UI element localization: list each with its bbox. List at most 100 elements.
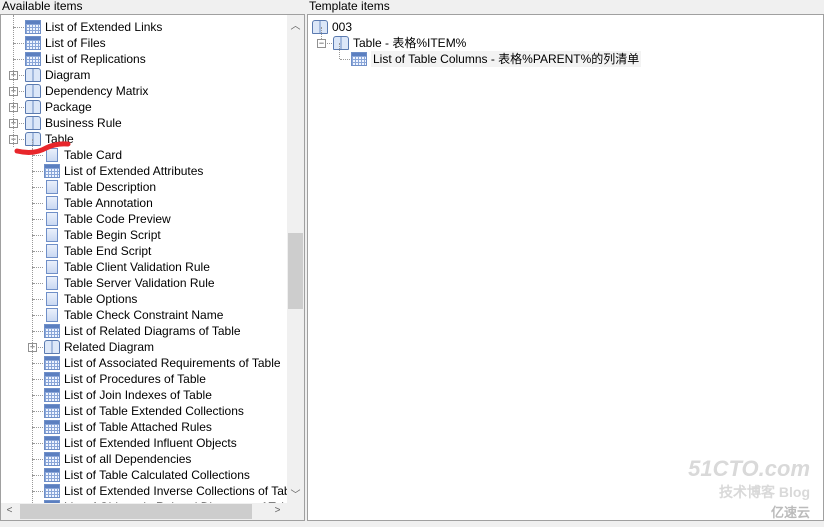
scroll-up-icon[interactable]: ︿: [287, 17, 304, 32]
tree-item-label: List of Extended Links: [45, 20, 163, 34]
list-table-icon: [44, 356, 60, 370]
list-table-icon: [351, 52, 367, 66]
tree-connector: [33, 267, 43, 268]
document-icon: [46, 244, 58, 258]
tree-item-label: Table Annotation: [64, 196, 153, 210]
tree-item[interactable]: Table Annotation: [44, 195, 153, 211]
tree-item-label: List of Procedures of Table: [64, 372, 206, 386]
tree-item[interactable]: List of Associated Requirements of Table: [44, 355, 281, 371]
tree-item[interactable]: List of Replications: [25, 51, 146, 67]
horizontal-scrollbar[interactable]: < >: [1, 503, 304, 520]
tree-item[interactable]: List of Table Calculated Collections: [44, 467, 250, 483]
scroll-left-icon[interactable]: <: [1, 505, 18, 516]
tree-item-label: Table Check Constraint Name: [64, 308, 224, 322]
tree-item[interactable]: List of all Dependencies: [44, 451, 191, 467]
tree-item-label: Table Options: [64, 292, 138, 306]
tree-item[interactable]: Dependency Matrix: [25, 83, 148, 99]
tree-item-label: Table Client Validation Rule: [64, 260, 210, 274]
book-icon: [333, 36, 349, 50]
tree-item[interactable]: List of Table Extended Collections: [44, 403, 244, 419]
tree-item[interactable]: List of Procedures of Table: [44, 371, 206, 387]
tree-item[interactable]: Package: [25, 99, 92, 115]
tree-item[interactable]: Table Begin Script: [44, 227, 161, 243]
book-icon: [25, 116, 41, 130]
tree-item[interactable]: Table Server Validation Rule: [44, 275, 215, 291]
tree-item-label: Diagram: [45, 68, 91, 82]
red-annotation-mark: [14, 141, 71, 155]
tree-item-label: Related Diagram: [64, 340, 155, 354]
list-table-icon: [25, 52, 41, 66]
list-table-icon: [25, 20, 41, 34]
available-items-header: Available items: [2, 0, 83, 13]
vertical-scrollbar[interactable]: ︿ ﹀: [287, 15, 304, 503]
tree-connector: [33, 283, 43, 284]
list-table-icon: [44, 484, 60, 498]
tree-item[interactable]: Diagram: [25, 67, 90, 83]
tree-item-label: 003: [332, 20, 353, 34]
tree-item[interactable]: Table Code Preview: [44, 211, 171, 227]
tree-item-label: List of Table Calculated Collections: [64, 468, 250, 482]
tree-item[interactable]: Table Options: [44, 291, 137, 307]
tree-connector: [33, 235, 43, 236]
book-icon: [25, 68, 41, 82]
tree-item-label: List of Extended Influent Objects: [64, 436, 237, 450]
tree-item-label: Dependency Matrix: [45, 84, 149, 98]
list-table-icon: [44, 452, 60, 466]
tree-item-label: Package: [45, 100, 92, 114]
scroll-right-icon[interactable]: >: [269, 505, 286, 516]
tree-item[interactable]: 003: [312, 19, 352, 35]
tree-item-label: List of Extended Attributes: [64, 164, 204, 178]
tree-item[interactable]: List of Table Columns - 表格%PARENT%的列清单: [351, 51, 642, 67]
document-icon: [46, 276, 58, 290]
list-table-icon: [25, 36, 41, 50]
tree-item-label: List of Join Indexes of Table: [64, 388, 212, 402]
tree-item[interactable]: List of Files: [25, 35, 106, 51]
scrollbar-thumb[interactable]: [288, 233, 303, 309]
tree-connector: [33, 443, 43, 444]
tree-item[interactable]: Table - 表格%ITEM%: [333, 35, 466, 51]
watermark-line2: 技术博客 Blog: [719, 484, 810, 500]
tree-item-label: Table End Script: [64, 244, 152, 258]
tree-item[interactable]: List of Extended Influent Objects: [44, 435, 237, 451]
scroll-down-icon[interactable]: ﹀: [287, 486, 304, 501]
available-items-tree[interactable]: List of Extended Links List of Files List …: [0, 14, 305, 521]
template-items-tree[interactable]: 003− Table - 表格%ITEM% List of Table Column…: [307, 14, 824, 521]
tree-item-label: Table Code Preview: [64, 212, 171, 226]
tree-item[interactable]: Table Check Constraint Name: [44, 307, 223, 323]
list-table-icon: [44, 468, 60, 482]
tree-item-label: List of Table Columns - 表格%PARENT%的列清单: [371, 51, 642, 67]
tree-item[interactable]: Business Rule: [25, 115, 122, 131]
tree-item[interactable]: Related Diagram: [44, 339, 154, 355]
list-table-icon: [44, 404, 60, 418]
tree-connector: [33, 219, 43, 220]
tree-connector: [33, 363, 43, 364]
tree-connector: [14, 43, 24, 44]
tree-connector: [14, 59, 24, 60]
tree-item[interactable]: List of Table Attached Rules: [44, 419, 212, 435]
tree-item[interactable]: List of Extended Attributes: [44, 163, 203, 179]
tree-connector: [339, 43, 340, 59]
tree-item[interactable]: List of Extended Links: [25, 19, 162, 35]
book-icon: [25, 84, 41, 98]
tree-connector: [33, 331, 43, 332]
collapse-icon[interactable]: −: [317, 39, 326, 48]
list-table-icon: [44, 324, 60, 338]
tree-item-label: Table Description: [64, 180, 157, 194]
tree-item-label: Table Begin Script: [64, 228, 161, 242]
tree-item[interactable]: Table Description: [44, 179, 156, 195]
hscrollbar-thumb[interactable]: [20, 504, 252, 519]
tree-connector: [33, 427, 43, 428]
tree-item[interactable]: List of Related Diagrams of Table: [44, 323, 241, 339]
tree-connector: [33, 187, 43, 188]
tree-item-label: List of Related Diagrams of Table: [64, 324, 241, 338]
list-table-icon: [44, 436, 60, 450]
tree-item[interactable]: List of Join Indexes of Table: [44, 387, 212, 403]
tree-item[interactable]: List of Extended Inverse Collections of …: [44, 483, 300, 499]
watermark-line3: 亿速云: [770, 505, 810, 520]
tree-item[interactable]: Table End Script: [44, 243, 151, 259]
tree-connector: [33, 299, 43, 300]
tree-item[interactable]: Table Client Validation Rule: [44, 259, 210, 275]
tree-item-label: Business Rule: [45, 116, 122, 130]
tree-connector: [13, 15, 14, 147]
tree-connector: [32, 149, 33, 509]
